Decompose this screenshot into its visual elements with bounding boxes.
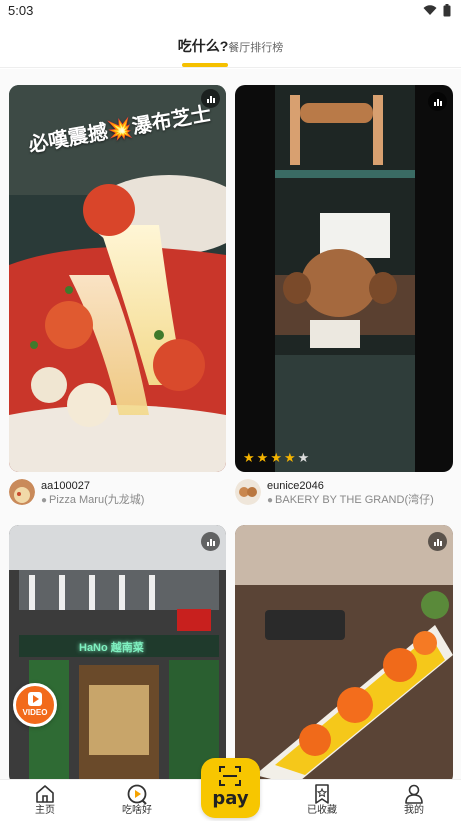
battery-icon: [443, 4, 451, 17]
video-label: VIDEO: [22, 708, 48, 717]
nav-item-home[interactable]: 主页: [10, 783, 80, 817]
star-icon: ★: [243, 450, 255, 465]
nav-label: 已收藏: [307, 805, 337, 816]
nav-item-me[interactable]: 我的: [379, 783, 449, 817]
video-play-icon: [28, 692, 42, 706]
location[interactable]: ● Pizza Maru(九龙城): [41, 493, 144, 508]
play-circle-icon: [127, 784, 147, 805]
location[interactable]: ● BAKERY BY THE GRAND(湾仔): [267, 493, 434, 508]
status-icons: [423, 4, 451, 17]
post-image-bakery[interactable]: ★ ★ ★ ★ ★: [235, 85, 453, 472]
nav-item-what-to-eat[interactable]: 吃啥好: [102, 783, 172, 817]
username[interactable]: aa100027: [41, 479, 144, 493]
nav-item-saved[interactable]: 已收藏: [287, 783, 357, 817]
tab-what-to-eat[interactable]: 吃什么?: [178, 38, 229, 54]
post-image-restaurant[interactable]: HaNo 越南菜: [9, 525, 226, 785]
pay-button[interactable]: pay: [201, 758, 260, 818]
pay-label: pay: [212, 788, 249, 809]
home-icon: [36, 785, 54, 803]
header: 吃什么?餐厅排行榜: [0, 22, 461, 68]
restaurant-photo: [9, 525, 226, 785]
bakery-photo: [235, 85, 453, 472]
stats-icon: [201, 89, 220, 108]
tab-indicator: [182, 63, 228, 67]
scan-icon: [219, 766, 241, 786]
post-card[interactable]: [230, 509, 461, 785]
username[interactable]: eunice2046: [267, 479, 434, 493]
star-icon: ★: [283, 450, 296, 465]
wifi-icon: [423, 5, 437, 15]
stats-icon: [428, 532, 447, 551]
stats-icon: [428, 92, 447, 111]
tab-restaurant-ranking[interactable]: 餐厅排行榜: [228, 42, 283, 54]
post-meta: eunice2046 ● BAKERY BY THE GRAND(湾仔): [235, 479, 434, 508]
post-card[interactable]: 必嘆震撼💥瀑布芝士 aa100027 ● Pizza Maru(九龙城): [0, 69, 230, 509]
nav-label: 主页: [35, 805, 55, 816]
star-empty-icon: ★: [297, 450, 310, 465]
sushi-photo: [235, 525, 453, 785]
location-pin-icon: ●: [267, 495, 274, 506]
neon-sign: HaNo 越南菜: [79, 642, 144, 654]
post-image-pizza[interactable]: 必嘆震撼💥瀑布芝士: [9, 85, 226, 472]
post-meta: aa100027 ● Pizza Maru(九龙城): [9, 479, 144, 508]
bookmark-star-icon: [315, 784, 329, 804]
post-card[interactable]: HaNo 越南菜: [0, 509, 230, 785]
post-image-sushi[interactable]: [235, 525, 453, 785]
user-icon: [405, 784, 423, 804]
status-bar: 5:03: [0, 0, 461, 22]
rating-stars: ★ ★ ★ ★ ★: [243, 451, 309, 464]
status-time: 5:03: [8, 3, 34, 18]
location-pin-icon: ●: [41, 495, 48, 506]
stats-icon: [201, 532, 220, 551]
avatar[interactable]: [235, 479, 261, 505]
star-icon: ★: [270, 450, 282, 465]
feed[interactable]: 必嘆震撼💥瀑布芝士 aa100027 ● Pizza Maru(九龙城) ★ ★…: [0, 69, 461, 785]
post-card[interactable]: ★ ★ ★ ★ ★ eunice2046 ● BAKERY BY THE GRAN…: [230, 69, 461, 509]
nav-label: 我的: [404, 805, 424, 816]
star-icon: ★: [256, 450, 269, 465]
avatar[interactable]: [9, 479, 35, 505]
nav-label: 吃啥好: [122, 805, 152, 816]
video-fab-button[interactable]: VIDEO: [13, 683, 57, 727]
